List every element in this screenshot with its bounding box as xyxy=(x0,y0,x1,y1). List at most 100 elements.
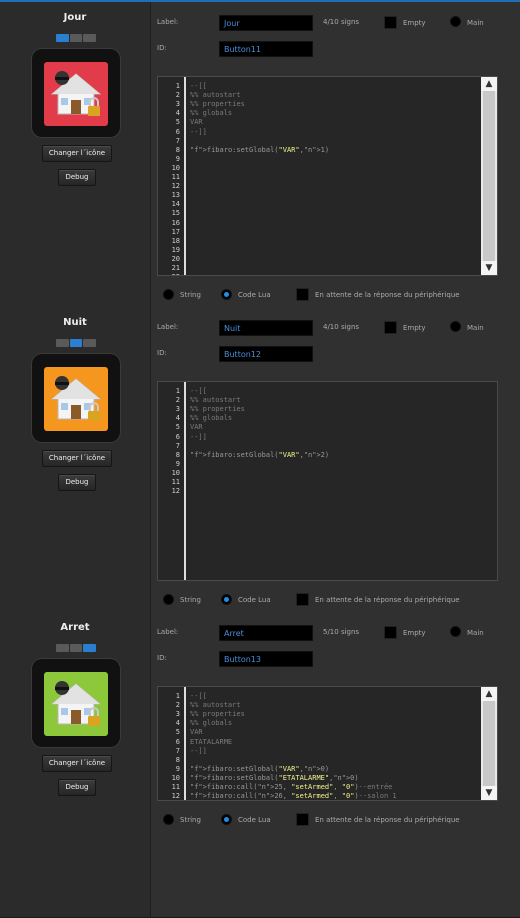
line-number: 6 xyxy=(175,127,180,136)
line-gutter: 12345678910111213141516171819202122 xyxy=(158,77,186,275)
scroll-thumb[interactable] xyxy=(483,91,495,261)
line-number: 11 xyxy=(171,478,180,486)
segment xyxy=(69,644,83,652)
code-line: %% globals xyxy=(190,109,233,118)
code-lua-radio[interactable] xyxy=(221,814,232,825)
line-number: 19 xyxy=(171,245,180,254)
line-gutter: 1 2 3 4 5 6 7 8 9 10 11 12 xyxy=(158,382,186,580)
segment xyxy=(56,339,69,347)
panel-title: Nuit xyxy=(63,317,87,328)
line-number: 7 xyxy=(175,441,180,450)
code-line: "f">fibaro:call("n">26, "setArmed", "0")… xyxy=(190,792,397,801)
line-number: 11 xyxy=(171,783,180,791)
position-selector[interactable] xyxy=(56,644,97,652)
code-lua-caption: Code Lua xyxy=(238,291,271,299)
scroll-up-icon[interactable]: ▲ xyxy=(481,77,497,91)
label-caption: Label: xyxy=(157,18,179,26)
house-alarm-icon xyxy=(44,672,108,736)
scene-panel: Arret Changer l´icône Debug Label: Arret… xyxy=(0,612,520,918)
line-number: 1 xyxy=(175,387,180,395)
line-number: 2 xyxy=(175,91,180,100)
line-number: 3 xyxy=(175,710,180,719)
line-number: 12 xyxy=(171,182,180,191)
line-number: 12 xyxy=(171,792,180,801)
line-number: 4 xyxy=(175,414,180,423)
string-radio[interactable] xyxy=(163,289,174,300)
line-number: 6 xyxy=(175,432,180,441)
code-line: --[[ xyxy=(190,82,207,90)
empty-checkbox[interactable] xyxy=(384,321,397,334)
signs-counter: 4/10 signs xyxy=(323,18,360,26)
position-selector[interactable] xyxy=(56,34,97,42)
label-input[interactable]: Nuit xyxy=(219,320,313,336)
id-input[interactable]: Button13 xyxy=(219,651,313,667)
line-number: 21 xyxy=(171,264,180,272)
debug-button[interactable]: Debug xyxy=(58,779,96,796)
scroll-thumb[interactable] xyxy=(483,701,495,786)
scroll-down-icon[interactable]: ▼ xyxy=(481,786,497,800)
scroll-up-icon[interactable]: ▲ xyxy=(481,687,497,701)
segment xyxy=(56,34,69,42)
id-input[interactable]: Button11 xyxy=(219,41,313,57)
label-input[interactable]: Arret xyxy=(219,625,313,641)
code-line: "f">fibaro:setGlobal("VAR","n">2) xyxy=(190,450,330,459)
lua-code-editor[interactable]: 1 2 3 4 5 6 7 8 9 10 11 12 --[[%% autostart%% prope… xyxy=(157,381,498,581)
id-caption: ID: xyxy=(157,44,167,52)
line-number: 6 xyxy=(175,737,180,746)
segment xyxy=(83,644,97,652)
id-caption: ID: xyxy=(157,654,167,662)
line-number: 1 xyxy=(175,692,180,700)
empty-checkbox[interactable] xyxy=(384,16,397,29)
debug-button[interactable]: Debug xyxy=(58,169,96,186)
position-selector[interactable] xyxy=(56,339,97,347)
empty-checkbox[interactable] xyxy=(384,626,397,639)
line-gutter: 12345678910111213 xyxy=(158,687,186,800)
editor-scrollbar[interactable]: ▲ ▼ xyxy=(481,687,497,800)
editor-scrollbar[interactable]: ▲ ▼ xyxy=(481,77,497,275)
line-number: 2 xyxy=(175,396,180,405)
code-line: %% properties xyxy=(190,100,245,109)
line-number: 4 xyxy=(175,109,180,118)
code-lua-radio[interactable] xyxy=(221,289,232,300)
scroll-down-icon[interactable]: ▼ xyxy=(481,261,497,275)
wait-response-checkbox[interactable] xyxy=(296,813,309,826)
change-icon-button[interactable]: Changer l´icône xyxy=(42,755,112,772)
change-icon-button[interactable]: Changer l´icône xyxy=(42,450,112,467)
code-line: %% autostart xyxy=(190,91,241,100)
panel-sidebar: Jour Changer l´icône Debug xyxy=(0,2,151,307)
line-number: 2 xyxy=(175,701,180,710)
code-lua-caption: Code Lua xyxy=(238,596,271,604)
wait-response-checkbox[interactable] xyxy=(296,288,309,301)
house-alarm-icon xyxy=(44,367,108,431)
code-line: --]] xyxy=(190,746,207,755)
line-number: 3 xyxy=(175,405,180,414)
code-lua-caption: Code Lua xyxy=(238,816,271,824)
line-number: 5 xyxy=(175,728,180,737)
main-radio[interactable] xyxy=(450,16,461,27)
line-number: 5 xyxy=(175,118,180,127)
debug-button[interactable]: Debug xyxy=(58,474,96,491)
code-lua-radio[interactable] xyxy=(221,594,232,605)
lua-code-editor[interactable]: 12345678910111213141516171819202122 --[[… xyxy=(157,76,498,276)
string-radio[interactable] xyxy=(163,814,174,825)
code-line: --[[ xyxy=(190,387,207,395)
id-input[interactable]: Button12 xyxy=(219,346,313,362)
wait-response-checkbox[interactable] xyxy=(296,593,309,606)
lua-code-editor[interactable]: 12345678910111213 --[[%% autostart%% pro… xyxy=(157,686,498,801)
line-number: 5 xyxy=(175,423,180,432)
empty-caption: Empty xyxy=(403,19,426,27)
line-number: 7 xyxy=(175,746,180,755)
panel-title: Jour xyxy=(63,12,87,23)
label-input[interactable]: Jour xyxy=(219,15,313,31)
line-number: 17 xyxy=(171,227,180,236)
string-radio[interactable] xyxy=(163,594,174,605)
line-number: 22 xyxy=(158,273,180,275)
code-line: --]] xyxy=(190,432,207,441)
wait-response-caption: En attente de la réponse du périphérique xyxy=(315,291,460,299)
line-number: 8 xyxy=(175,145,180,154)
main-radio[interactable] xyxy=(450,626,461,637)
line-number: 8 xyxy=(175,755,180,764)
change-icon-button[interactable]: Changer l´icône xyxy=(42,145,112,162)
main-radio[interactable] xyxy=(450,321,461,332)
line-number: 9 xyxy=(175,764,180,773)
